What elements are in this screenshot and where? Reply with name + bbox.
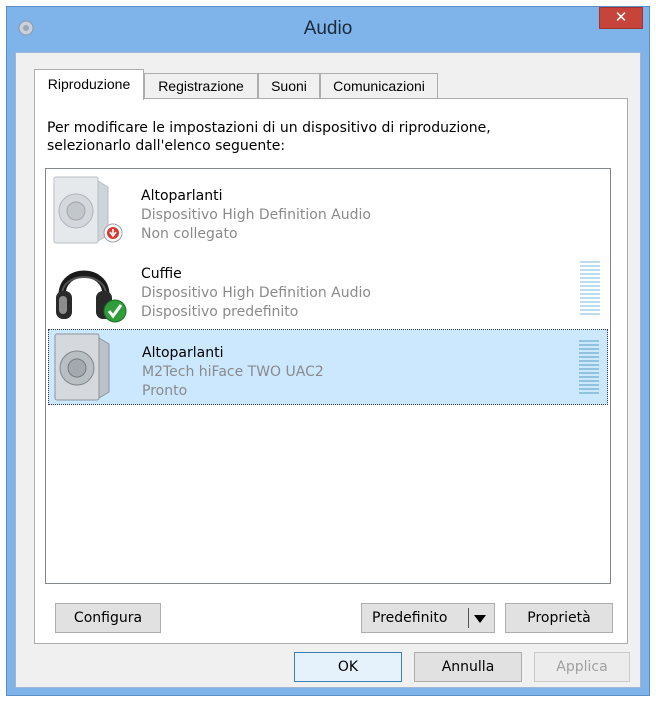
close-icon: ✕ [614, 9, 628, 26]
device-status: Non collegato [141, 226, 238, 242]
volume-meter [580, 261, 600, 319]
split-separator [468, 608, 469, 628]
dialog-client-area: Riproduzione Registrazione Suoni Comunic… [15, 52, 641, 688]
tab-registrazione[interactable]: Registrazione [144, 73, 258, 99]
speaker-icon [54, 333, 110, 401]
close-button[interactable]: ✕ [599, 7, 643, 29]
headphones-icon [56, 270, 127, 323]
playback-panel: Per modificare le impostazioni di un dis… [34, 98, 628, 644]
instructions-text: Per modificare le impostazioni di un dis… [47, 119, 607, 155]
device-item-altoparlanti-hd[interactable]: Altoparlanti Dispositivo High Definition… [48, 173, 608, 249]
tab-suoni[interactable]: Suoni [258, 73, 320, 99]
set-default-split-button[interactable]: Predefinito [361, 603, 495, 633]
default-check-badge-icon [103, 299, 127, 323]
tab-riproduzione[interactable]: Riproduzione [34, 69, 144, 100]
cancel-button[interactable]: Annulla [414, 652, 522, 682]
device-status: Pronto [142, 383, 188, 399]
properties-button[interactable]: Proprietà [505, 603, 613, 633]
window-title: Audio [303, 18, 353, 39]
device-description: Dispositivo High Definition Audio [141, 207, 371, 223]
instructions-line-1: Per modificare le impostazioni di un dis… [47, 120, 491, 136]
audio-dialog: Audio ✕ Riproduzione Registrazione Suoni… [6, 6, 650, 696]
speaker-icon [53, 176, 123, 244]
device-description: Dispositivo High Definition Audio [141, 285, 371, 301]
apply-button[interactable]: Applica [534, 652, 630, 682]
instructions-line-2: selezionarlo dall'elenco seguente: [47, 138, 286, 154]
unplugged-badge-icon [103, 223, 123, 243]
chevron-down-icon[interactable] [474, 615, 486, 623]
device-item-cuffie[interactable]: Cuffie Dispositivo High Definition Audio… [48, 251, 608, 327]
title-bar: Audio ✕ [7, 7, 649, 51]
device-list[interactable]: Altoparlanti Dispositivo High Definition… [45, 168, 611, 584]
set-default-label: Predefinito [372, 610, 448, 626]
device-description: M2Tech hiFace TWO UAC2 [142, 364, 324, 380]
device-name: Cuffie [141, 266, 182, 282]
volume-meter [579, 340, 599, 398]
ok-button[interactable]: OK [294, 652, 402, 682]
tab-comunicazioni[interactable]: Comunicazioni [320, 73, 438, 99]
configure-button[interactable]: Configura [55, 603, 161, 633]
device-name: Altoparlanti [142, 345, 224, 361]
device-status: Dispositivo predefinito [141, 304, 299, 320]
device-name: Altoparlanti [141, 188, 223, 204]
device-item-altoparlanti-m2tech[interactable]: Altoparlanti M2Tech hiFace TWO UAC2 Pron… [48, 329, 608, 405]
